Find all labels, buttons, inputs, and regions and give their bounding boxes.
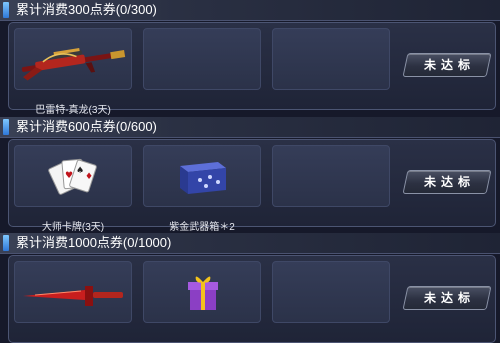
tier-panel: ♥ ♠ ♦ 大师卡牌(3天) 紫金武器箱＊2 未达标 [8,139,496,233]
header-marker [3,235,9,251]
status-label: 未达标 [423,175,475,189]
reward-label: 巴雷特-真龙(3天) [35,105,111,116]
tier-header: 累计消费1000点券(0/1000) [0,233,500,254]
reward-slot-3[interactable] [272,261,390,323]
reward-slot-3[interactable] [272,145,390,207]
playing-cards-icon: ♥ ♠ ♦ [48,158,97,195]
svg-text:♥: ♥ [65,171,73,181]
tier-panel: 巴雷特-真龙(3天) 未达标 [8,22,496,116]
reward-slot-1[interactable] [14,261,132,323]
red-blade-icon [23,286,123,306]
svg-text:♠: ♠ [76,166,84,176]
gift-box-icon [188,276,218,310]
reward-slot-3[interactable] [272,28,390,90]
reward-slot-2[interactable]: 紫金武器箱＊2 [143,145,261,233]
status-button[interactable]: 未达标 [402,53,492,77]
tier-panel: 未达标 [8,255,496,343]
reward-slot-1[interactable]: 巴雷特-真龙(3天) [14,28,132,116]
tier-title: 累计消费300点券(0/300) [16,2,157,17]
tier-header: 累计消费600点券(0/600) [0,117,500,138]
reward-label: 紫金武器箱＊2 [169,222,235,233]
header-marker [3,2,9,18]
status-label: 未达标 [423,58,475,72]
sniper-rifle-icon [21,48,126,81]
reward-slot-1[interactable]: ♥ ♠ ♦ 大师卡牌(3天) [14,145,132,233]
weapon-case-icon [180,162,226,194]
reward-slot-2[interactable] [143,28,261,90]
tier-header: 累计消费300点券(0/300) [0,0,500,21]
svg-text:♦: ♦ [85,172,93,182]
header-marker [3,119,9,135]
reward-label: 大师卡牌(3天) [41,222,105,233]
tier-title: 累计消费1000点券(0/1000) [16,235,172,250]
tier-title: 累计消费600点券(0/600) [16,119,157,134]
status-button[interactable]: 未达标 [402,286,492,310]
status-button[interactable]: 未达标 [402,170,492,194]
reward-slot-2[interactable] [143,261,261,323]
status-label: 未达标 [423,291,475,305]
